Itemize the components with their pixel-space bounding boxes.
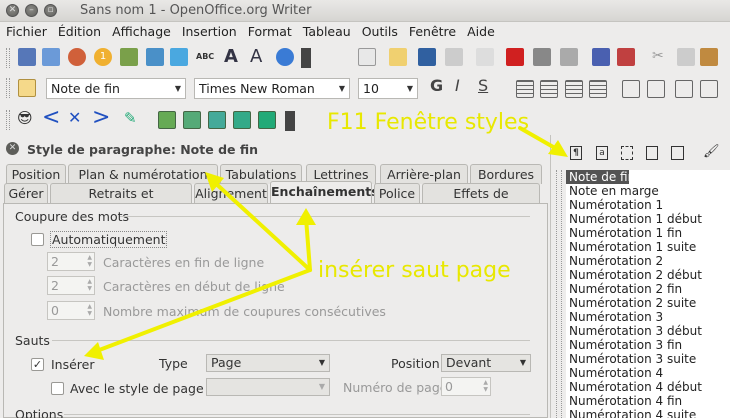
arrow-head [84, 342, 104, 360]
arrow-head [548, 140, 568, 157]
arrow-to-tab-plan [210, 178, 312, 272]
annotation-arrows [84, 126, 568, 360]
arrow-head [296, 208, 316, 225]
arrow-to-tab-enchainements [304, 216, 312, 272]
arrow-to-insert-checkbox [92, 268, 312, 354]
annotation-page-break: insérer saut page [318, 258, 511, 283]
annotation-f11: F11 Fenêtre styles [327, 110, 530, 135]
